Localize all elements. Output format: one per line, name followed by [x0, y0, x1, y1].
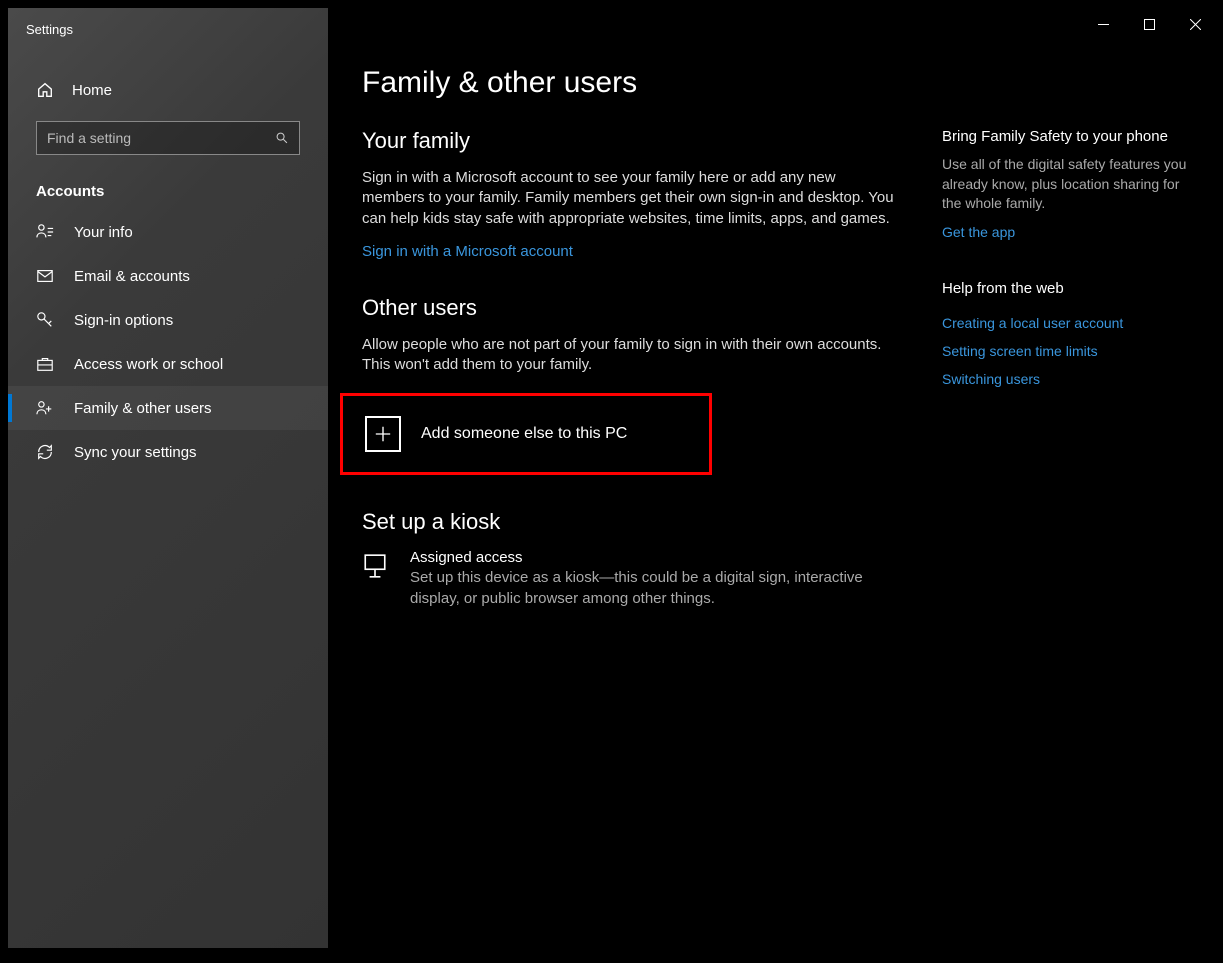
- sidebar: Settings Home Accounts Your info Email &…: [8, 8, 328, 948]
- page-title: Family & other users: [362, 66, 1218, 100]
- your-family-heading: Your family: [362, 128, 902, 154]
- maximize-button[interactable]: [1126, 8, 1172, 40]
- nav-label: Sync your settings: [74, 444, 197, 461]
- nav-your-info[interactable]: Your info: [8, 210, 328, 254]
- section-label: Accounts: [8, 155, 328, 210]
- home-button[interactable]: Home: [8, 69, 328, 111]
- kiosk-block: Set up a kiosk Assigned access Set up th…: [362, 509, 902, 609]
- home-label: Home: [72, 82, 112, 99]
- add-user-button[interactable]: Add someone else to this PC: [340, 393, 712, 475]
- content-side: Bring Family Safety to your phone Use al…: [942, 128, 1192, 643]
- help-link-switching[interactable]: Switching users: [942, 371, 1192, 387]
- nav-family-users[interactable]: Family & other users: [8, 386, 328, 430]
- kiosk-icon: [362, 553, 388, 579]
- close-button[interactable]: [1172, 8, 1218, 40]
- assigned-access-button[interactable]: Assigned access Set up this device as a …: [362, 549, 902, 609]
- nav-email-accounts[interactable]: Email & accounts: [8, 254, 328, 298]
- window-title: Settings: [8, 8, 328, 37]
- minimize-icon: [1098, 19, 1109, 30]
- assigned-access-title: Assigned access: [410, 549, 902, 566]
- get-app-link[interactable]: Get the app: [942, 224, 1192, 240]
- nav-label: Family & other users: [74, 400, 212, 417]
- family-safety-title: Bring Family Safety to your phone: [942, 128, 1192, 145]
- search-icon: [275, 131, 289, 145]
- family-safety-body: Use all of the digital safety features y…: [942, 155, 1192, 214]
- nav-signin-options[interactable]: Sign-in options: [8, 298, 328, 342]
- your-family-body: Sign in with a Microsoft account to see …: [362, 168, 902, 229]
- family-safety-block: Bring Family Safety to your phone Use al…: [942, 128, 1192, 240]
- help-title: Help from the web: [942, 280, 1192, 297]
- help-link-create-user[interactable]: Creating a local user account: [942, 315, 1192, 331]
- titlebar-controls: [1080, 8, 1218, 40]
- home-icon: [36, 81, 54, 99]
- search-box[interactable]: [36, 121, 300, 155]
- briefcase-icon: [36, 355, 54, 373]
- nav-sync-settings[interactable]: Sync your settings: [8, 430, 328, 474]
- plus-box: [365, 416, 401, 452]
- close-icon: [1190, 19, 1201, 30]
- sync-icon: [36, 443, 54, 461]
- settings-window: Settings Home Accounts Your info Email &…: [8, 8, 1218, 948]
- nav-access-work[interactable]: Access work or school: [8, 342, 328, 386]
- content-main: Your family Sign in with a Microsoft acc…: [362, 128, 902, 643]
- email-icon: [36, 267, 54, 285]
- other-users-body: Allow people who are not part of your fa…: [362, 335, 902, 376]
- minimize-button[interactable]: [1080, 8, 1126, 40]
- other-users-block: Other users Allow people who are not par…: [362, 295, 902, 476]
- main-content: Family & other users Your family Sign in…: [328, 8, 1218, 948]
- add-user-label: Add someone else to this PC: [421, 425, 627, 443]
- nav-label: Access work or school: [74, 356, 223, 373]
- assigned-access-desc: Set up this device as a kiosk—this could…: [410, 568, 902, 609]
- maximize-icon: [1144, 19, 1155, 30]
- nav-label: Sign-in options: [74, 312, 173, 329]
- signin-link[interactable]: Sign in with a Microsoft account: [362, 243, 573, 260]
- nav-label: Email & accounts: [74, 268, 190, 285]
- your-family-block: Your family Sign in with a Microsoft acc…: [362, 128, 902, 261]
- other-users-heading: Other users: [362, 295, 902, 321]
- plus-icon: [374, 425, 392, 443]
- help-block: Help from the web Creating a local user …: [942, 280, 1192, 387]
- key-icon: [36, 311, 54, 329]
- help-link-screen-time[interactable]: Setting screen time limits: [942, 343, 1192, 359]
- kiosk-heading: Set up a kiosk: [362, 509, 902, 535]
- user-info-icon: [36, 223, 54, 241]
- family-icon: [36, 399, 54, 417]
- nav-label: Your info: [74, 224, 133, 241]
- search-input[interactable]: [47, 130, 275, 146]
